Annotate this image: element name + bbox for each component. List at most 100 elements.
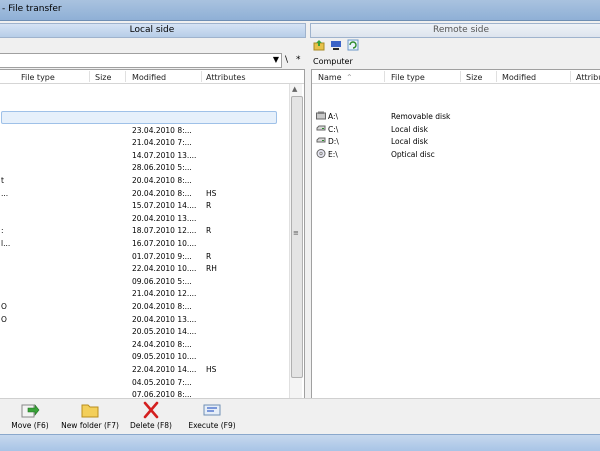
move-button[interactable]: Move (F6) (8, 401, 52, 430)
row-name: t (1, 176, 4, 185)
window-title: - File transfer (2, 4, 62, 14)
drive-row[interactable]: D:\ Local disk (312, 135, 600, 147)
row-modified: 20.04.2010 8:... (132, 176, 192, 185)
table-row[interactable] (0, 111, 304, 123)
refresh-icon[interactable] (347, 39, 359, 51)
row-modified: 09.06.2010 5:... (132, 276, 192, 286)
folder-up-icon[interactable] (313, 39, 325, 51)
table-row[interactable]: 21.04.2010 7:... (0, 136, 304, 148)
cd-drive-icon (316, 148, 326, 160)
table-row[interactable]: ... 20.04.2010 8:... HS (0, 187, 304, 199)
row-modified: 18.07.2010 12.... (132, 226, 197, 236)
chevron-down-icon[interactable]: ▼ (273, 55, 279, 64)
local-side-header[interactable]: Local side (0, 23, 306, 38)
row-modified: 09.05.2010 10.... (132, 352, 197, 362)
table-row[interactable]: l... 16.07.2010 10.... (0, 237, 304, 249)
table-row[interactable]: 22.04.2010 14.... HS (0, 363, 304, 375)
row-attributes: R (206, 201, 212, 211)
remote-breadcrumb[interactable]: Computer (313, 57, 353, 66)
row-modified: 20.04.2010 8:... (132, 302, 192, 311)
delete-button[interactable]: Delete (F8) (128, 401, 174, 430)
row-modified: 20.04.2010 13.... (132, 314, 197, 324)
column-size[interactable]: Size (466, 73, 482, 82)
table-row[interactable]: 04.05.2010 7:... (0, 376, 304, 388)
table-row[interactable]: 20.04.2010 13.... (0, 212, 304, 224)
row-modified: 28.06.2010 5:... (132, 163, 192, 173)
table-row[interactable]: 14.07.2010 13.... (0, 149, 304, 161)
row-modified: 21.04.2010 12.... (132, 289, 197, 299)
row-modified: 21.04.2010 7:... (132, 138, 192, 148)
table-row[interactable]: 20.05.2010 14.... (0, 325, 304, 337)
drive-type: Optical disc (391, 149, 435, 159)
scroll-grip-icon: ≡ (293, 229, 299, 237)
row-name: ... (1, 188, 9, 198)
move-icon (20, 401, 40, 419)
column-file-type[interactable]: File type (391, 73, 425, 82)
drive-row[interactable]: E:\ Optical disc (312, 148, 600, 160)
title-bar: - File transfer (0, 0, 600, 21)
row-attributes: HS (206, 188, 217, 198)
sort-ascending-icon: ⌃ (346, 73, 353, 82)
new-folder-button[interactable]: New folder (F7) (60, 401, 120, 430)
scroll-up-icon[interactable]: ▲ (292, 85, 297, 93)
drive-name: A:\ (328, 112, 339, 121)
local-file-list[interactable]: File type Size Modified Attributes 23.04… (0, 69, 305, 416)
folder-icon (80, 401, 100, 419)
table-row[interactable]: 28.06.2010 5:... (0, 161, 304, 173)
file-transfer-workarea: Local side Remote side ▼ \ * Computer Fi… (0, 21, 600, 416)
row-attributes: R (206, 226, 212, 236)
table-row[interactable]: 21.04.2010 12.... (0, 287, 304, 299)
row-modified: 20.05.2010 14.... (132, 327, 197, 337)
table-row[interactable]: O 20.04.2010 8:... (0, 300, 304, 312)
table-row[interactable]: 01.07.2010 9:... R (0, 250, 304, 262)
row-modified: 01.07.2010 9:... (132, 251, 192, 261)
row-modified: 24.04.2010 8:... (132, 339, 192, 349)
table-row[interactable]: 23.04.2010 8:... (0, 124, 304, 136)
row-name: l... (1, 239, 11, 248)
row-modified: 15.07.2010 14.... (132, 201, 197, 211)
table-row[interactable]: O 20.04.2010 13.... (0, 313, 304, 325)
drive-type: Removable disk (391, 112, 451, 121)
local-vertical-scrollbar[interactable]: ▲ ≡ ▼ (289, 84, 303, 413)
remote-side-header[interactable]: Remote side (310, 23, 600, 38)
drive-name: E:\ (328, 149, 338, 159)
column-attributes[interactable]: Attributes (206, 73, 246, 82)
drive-type: Local disk (391, 124, 428, 134)
row-modified: 20.04.2010 13.... (132, 213, 197, 223)
drive-name: C:\ (328, 124, 339, 134)
execute-button[interactable]: Execute (F9) (185, 401, 239, 430)
drive-type: Local disk (391, 137, 428, 146)
table-row[interactable]: t 20.04.2010 8:... (0, 174, 304, 186)
bottom-toolbar: Move (F6) New folder (F7) Delete (F8) Ex… (0, 398, 600, 435)
path-separator[interactable]: \ (285, 55, 288, 65)
remote-column-header: Name ⌃ File type Size Modified Attributu (312, 70, 600, 84)
filter-wildcard[interactable]: * (296, 55, 301, 65)
row-attributes: RH (206, 264, 217, 274)
hard-drive-icon (316, 136, 326, 147)
column-name[interactable]: Name (318, 73, 342, 82)
drive-row[interactable]: C:\ Local disk (312, 123, 600, 135)
execute-icon (202, 401, 222, 419)
local-path-combo[interactable]: ▼ (0, 53, 282, 68)
table-row[interactable]: 24.04.2010 8:... (0, 338, 304, 350)
table-row[interactable]: 15.07.2010 14.... R (0, 199, 304, 211)
row-modified: 22.04.2010 14.... (132, 365, 197, 374)
column-modified[interactable]: Modified (502, 73, 536, 82)
column-modified[interactable]: Modified (132, 73, 166, 82)
table-row[interactable]: 09.06.2010 5:... (0, 275, 304, 287)
remote-file-list[interactable]: Name ⌃ File type Size Modified Attributu… (311, 69, 600, 416)
network-drive-icon[interactable] (330, 39, 342, 51)
table-row[interactable]: : 18.07.2010 12.... R (0, 224, 304, 236)
row-attributes: HS (206, 365, 217, 374)
row-modified: 16.07.2010 10.... (132, 239, 197, 248)
taskbar (0, 434, 600, 451)
drive-row[interactable]: A:\ Removable disk (312, 110, 600, 122)
column-size[interactable]: Size (95, 73, 111, 82)
local-column-header: File type Size Modified Attributes (0, 70, 304, 84)
table-row[interactable]: 22.04.2010 10.... RH (0, 262, 304, 274)
scrollbar-thumb[interactable] (291, 96, 303, 378)
row-name: : (1, 226, 4, 236)
column-file-type[interactable]: File type (21, 73, 55, 82)
column-attributes[interactable]: Attributu (576, 73, 600, 82)
table-row[interactable]: 09.05.2010 10.... (0, 350, 304, 362)
